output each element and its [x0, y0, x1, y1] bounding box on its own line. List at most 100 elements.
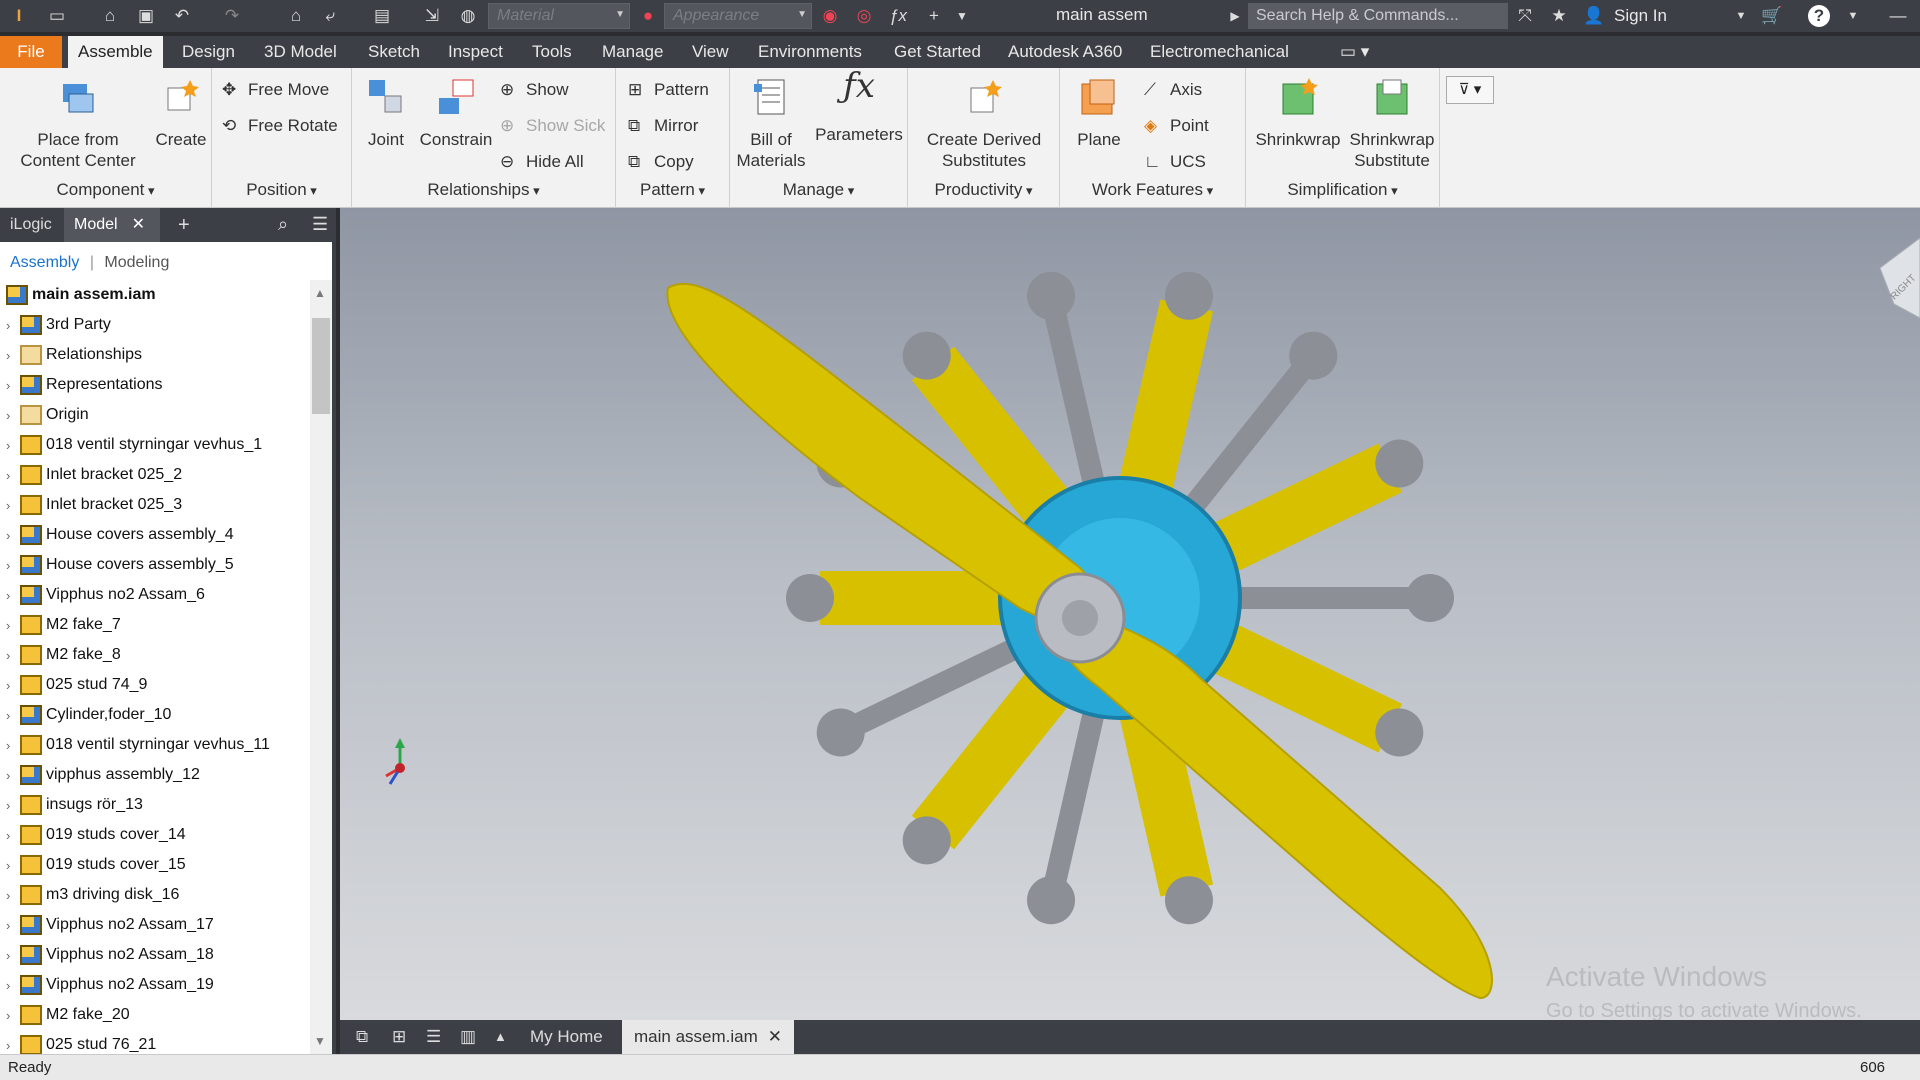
- tree-item[interactable]: › Representations: [0, 370, 310, 400]
- new-file-icon[interactable]: ▭: [44, 4, 70, 28]
- fx-icon[interactable]: ƒx: [886, 4, 910, 28]
- pattern-group-label[interactable]: Pattern: [616, 180, 729, 200]
- tab-manage[interactable]: Manage: [592, 36, 673, 68]
- home-icon[interactable]: ⌂: [284, 4, 308, 28]
- tab-autodesk-a360[interactable]: Autodesk A360: [998, 36, 1132, 68]
- sign-in-chevron-icon[interactable]: ▼: [1734, 4, 1748, 28]
- plus-icon[interactable]: +: [922, 4, 946, 28]
- expand-chevron-icon[interactable]: ›: [6, 738, 20, 753]
- subscription-icon[interactable]: ⤧: [1512, 4, 1538, 28]
- ribbon-display-toggle-icon[interactable]: ▭ ▾: [1330, 36, 1379, 68]
- close-doc-icon[interactable]: ✕: [768, 1027, 782, 1046]
- tree-item[interactable]: › Inlet bracket 025_2: [0, 460, 310, 490]
- save-icon[interactable]: ▣: [134, 4, 158, 28]
- expand-chevron-icon[interactable]: ›: [6, 798, 20, 813]
- create-button[interactable]: Create: [150, 76, 212, 150]
- expand-chevron-icon[interactable]: ›: [6, 948, 20, 963]
- expand-chevron-icon[interactable]: ›: [6, 1038, 20, 1053]
- position-group-label[interactable]: Position: [212, 180, 351, 200]
- tab-file[interactable]: File: [0, 36, 62, 68]
- expand-chevron-icon[interactable]: ›: [6, 318, 20, 333]
- expand-chevron-icon[interactable]: ›: [6, 468, 20, 483]
- constrain-button[interactable]: Constrain: [414, 76, 498, 150]
- expand-chevron-icon[interactable]: ›: [6, 1008, 20, 1023]
- point-button[interactable]: ◈ Point: [1144, 116, 1209, 136]
- tab-tools[interactable]: Tools: [522, 36, 582, 68]
- tab-ilogic[interactable]: iLogic: [0, 208, 62, 242]
- tree-item[interactable]: › 018 ventil styrningar vevhus_11: [0, 730, 310, 760]
- joint-button[interactable]: Joint: [356, 76, 416, 150]
- favorites-star-icon[interactable]: ★: [1546, 4, 1572, 28]
- tab-my-home[interactable]: My Home: [518, 1020, 615, 1054]
- expand-chevron-icon[interactable]: ›: [6, 618, 20, 633]
- ribbon-options-dropdown[interactable]: ⊽ ▾: [1446, 76, 1494, 104]
- appearance-dropdown[interactable]: Appearance: [664, 3, 812, 29]
- expand-chevron-icon[interactable]: ›: [6, 708, 20, 723]
- help-icon[interactable]: ?: [1808, 5, 1830, 27]
- scroll-up-icon[interactable]: ▲: [314, 286, 326, 300]
- expand-chevron-icon[interactable]: ›: [6, 768, 20, 783]
- subtab-modeling[interactable]: Modeling: [104, 254, 169, 271]
- expand-chevron-icon[interactable]: ›: [6, 558, 20, 573]
- cart-icon[interactable]: 🛒: [1758, 4, 1786, 28]
- material-dropdown[interactable]: Material: [488, 3, 630, 29]
- expand-chevron-icon[interactable]: ›: [6, 378, 20, 393]
- help-chevron-icon[interactable]: ▼: [1846, 4, 1860, 28]
- clear-appearance-icon[interactable]: ◎: [852, 4, 876, 28]
- tree-item[interactable]: › 3rd Party: [0, 310, 310, 340]
- tree-item[interactable]: › insugs rör_13: [0, 790, 310, 820]
- expand-chevron-icon[interactable]: ›: [6, 678, 20, 693]
- tree-item[interactable]: › 018 ventil styrningar vevhus_1: [0, 430, 310, 460]
- plane-button[interactable]: Plane: [1066, 76, 1132, 150]
- tree-item[interactable]: › m3 driving disk_16: [0, 880, 310, 910]
- expand-chevron-icon[interactable]: ›: [6, 858, 20, 873]
- tab-list-up-icon[interactable]: ▲: [482, 1020, 519, 1054]
- relationships-group-label[interactable]: Relationships: [352, 180, 615, 200]
- free-move-button[interactable]: ✥ Free Move: [222, 80, 329, 100]
- tab-design[interactable]: Design: [172, 36, 245, 68]
- mirror-button[interactable]: ⧉ Mirror: [628, 116, 698, 136]
- search-input[interactable]: Search Help & Commands...: [1248, 3, 1508, 29]
- component-group-label[interactable]: Component: [0, 180, 211, 200]
- measure-icon[interactable]: ⇲: [420, 4, 444, 28]
- tree-item[interactable]: › Origin: [0, 400, 310, 430]
- expand-chevron-icon[interactable]: ›: [6, 978, 20, 993]
- copy-button[interactable]: ⧉ Copy: [628, 152, 694, 172]
- tab-assemble[interactable]: Assemble: [68, 36, 163, 68]
- tree-item[interactable]: › 019 studs cover_14: [0, 820, 310, 850]
- tree-item[interactable]: › M2 fake_8: [0, 640, 310, 670]
- scroll-down-icon[interactable]: ▼: [314, 1034, 326, 1048]
- manage-group-label[interactable]: Manage: [730, 180, 907, 200]
- search-icon[interactable]: ⌕: [278, 214, 288, 235]
- tree-item[interactable]: › M2 fake_20: [0, 1000, 310, 1030]
- subtab-assembly[interactable]: Assembly: [10, 254, 79, 271]
- close-icon[interactable]: ✕: [132, 216, 145, 233]
- tree-item[interactable]: › Inlet bracket 025_3: [0, 490, 310, 520]
- tab-model[interactable]: Model ✕: [64, 208, 160, 242]
- tab-main-assem[interactable]: main assem.iam ✕: [622, 1020, 794, 1054]
- sign-in-link[interactable]: Sign In: [1614, 6, 1667, 26]
- tab-3d-model[interactable]: 3D Model: [254, 36, 347, 68]
- tree-item[interactable]: › 025 stud 76_21: [0, 1030, 310, 1054]
- parameters-button[interactable]: ƒx Parameters: [810, 69, 908, 145]
- simplification-group-label[interactable]: Simplification: [1246, 180, 1439, 200]
- minimize-icon[interactable]: —: [1888, 4, 1908, 28]
- expand-chevron-icon[interactable]: ›: [6, 438, 20, 453]
- tree-item[interactable]: › House covers assembly_5: [0, 550, 310, 580]
- tree-item[interactable]: › Vipphus no2 Assam_18: [0, 940, 310, 970]
- tree-item[interactable]: › House covers assembly_4: [0, 520, 310, 550]
- adjust-appearance-icon[interactable]: ◉: [818, 4, 842, 28]
- cascade-icon[interactable]: ⧉: [344, 1020, 380, 1054]
- return-icon[interactable]: ⤶: [318, 4, 342, 28]
- tree-root[interactable]: main assem.iam: [0, 280, 310, 310]
- app-logo-icon[interactable]: I: [6, 4, 32, 28]
- expand-chevron-icon[interactable]: ›: [6, 918, 20, 933]
- tree-item[interactable]: › Vipphus no2 Assam_6: [0, 580, 310, 610]
- update-icon[interactable]: ◍: [456, 4, 480, 28]
- tile-icon[interactable]: ⊞: [380, 1020, 418, 1054]
- expand-chevron-icon[interactable]: ›: [6, 348, 20, 363]
- browser-scrollbar-thumb[interactable]: [312, 318, 330, 414]
- show-sick-button[interactable]: ⊕ Show Sick: [500, 116, 605, 136]
- tree-item[interactable]: › M2 fake_7: [0, 610, 310, 640]
- expand-chevron-icon[interactable]: ›: [6, 528, 20, 543]
